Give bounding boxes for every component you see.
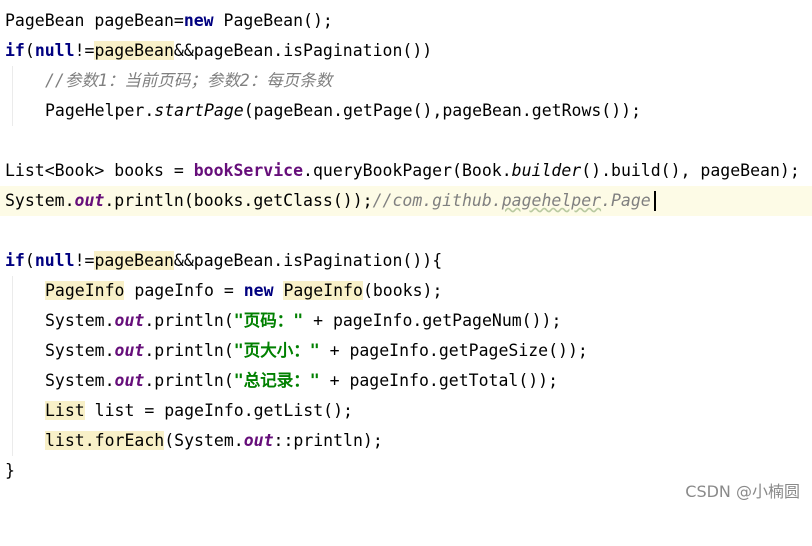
code-editor[interactable]: PageBean pageBean=new PageBean(); if(nul… <box>0 0 812 510</box>
code-line-9[interactable]: if(null!=pageBean&&pageBean.isPagination… <box>0 246 812 276</box>
code-line-10[interactable]: PageInfo pageInfo = new PageInfo(books); <box>0 276 812 306</box>
typo-underline: pagehelper <box>501 191 602 210</box>
highlight-occurrence: pageBean <box>94 41 174 60</box>
code-line-13[interactable]: System.out.println("总记录：" + pageInfo.get… <box>0 366 812 396</box>
code-comment: //参数1：当前页码；参数2：每页条数 <box>45 71 333 90</box>
code-text: List list = pageInfo.getList(); <box>45 401 353 420</box>
highlight-occurrence: pageBean <box>94 251 174 270</box>
code-line-4[interactable]: PageHelper.startPage(pageBean.getPage(),… <box>0 96 812 126</box>
code-line-current[interactable]: System.out.println(books.getClass());//c… <box>0 186 812 216</box>
code-text: List<Book> books = bookService.queryBook… <box>5 161 800 180</box>
highlight-occurrence: PageInfo <box>45 281 125 300</box>
code-line-15[interactable]: list.forEach(System.out::println); <box>0 426 812 456</box>
code-text: PageHelper.startPage(pageBean.getPage(),… <box>45 101 642 120</box>
text-caret <box>654 191 656 211</box>
code-line-6[interactable]: List<Book> books = bookService.queryBook… <box>0 156 812 186</box>
code-line-12[interactable]: System.out.println("页大小：" + pageInfo.get… <box>0 336 812 366</box>
code-text: PageBean pageBean=new PageBean(); <box>5 11 333 30</box>
highlight-occurrence: list.forEach <box>45 431 165 450</box>
watermark: CSDN @小楠圆 <box>685 482 800 501</box>
code-line-11[interactable]: System.out.println("页码：" + pageInfo.getP… <box>0 306 812 336</box>
code-text: System.out.println("总记录：" + pageInfo.get… <box>45 371 559 390</box>
code-line-2[interactable]: if(null!=pageBean&&pageBean.isPagination… <box>0 36 812 66</box>
highlight-occurrence: PageInfo <box>283 281 363 300</box>
highlight-occurrence: List <box>45 401 85 420</box>
code-text: PageInfo pageInfo = new PageInfo(books); <box>45 281 443 300</box>
code-text: System.out.println(books.getClass());//c… <box>5 191 651 210</box>
code-line-3[interactable]: //参数1：当前页码；参数2：每页条数 <box>0 66 812 96</box>
code-text: list.forEach(System.out::println); <box>45 431 383 450</box>
code-line-1[interactable]: PageBean pageBean=new PageBean(); <box>0 6 812 36</box>
code-text: System.out.println("页码：" + pageInfo.getP… <box>45 311 562 330</box>
code-line-14[interactable]: List list = pageInfo.getList(); <box>0 396 812 426</box>
code-text: if(null!=pageBean&&pageBean.isPagination… <box>5 41 433 60</box>
code-text: System.out.println("页大小：" + pageInfo.get… <box>45 341 588 360</box>
code-text: } <box>5 461 15 480</box>
code-text: if(null!=pageBean&&pageBean.isPagination… <box>5 251 443 270</box>
